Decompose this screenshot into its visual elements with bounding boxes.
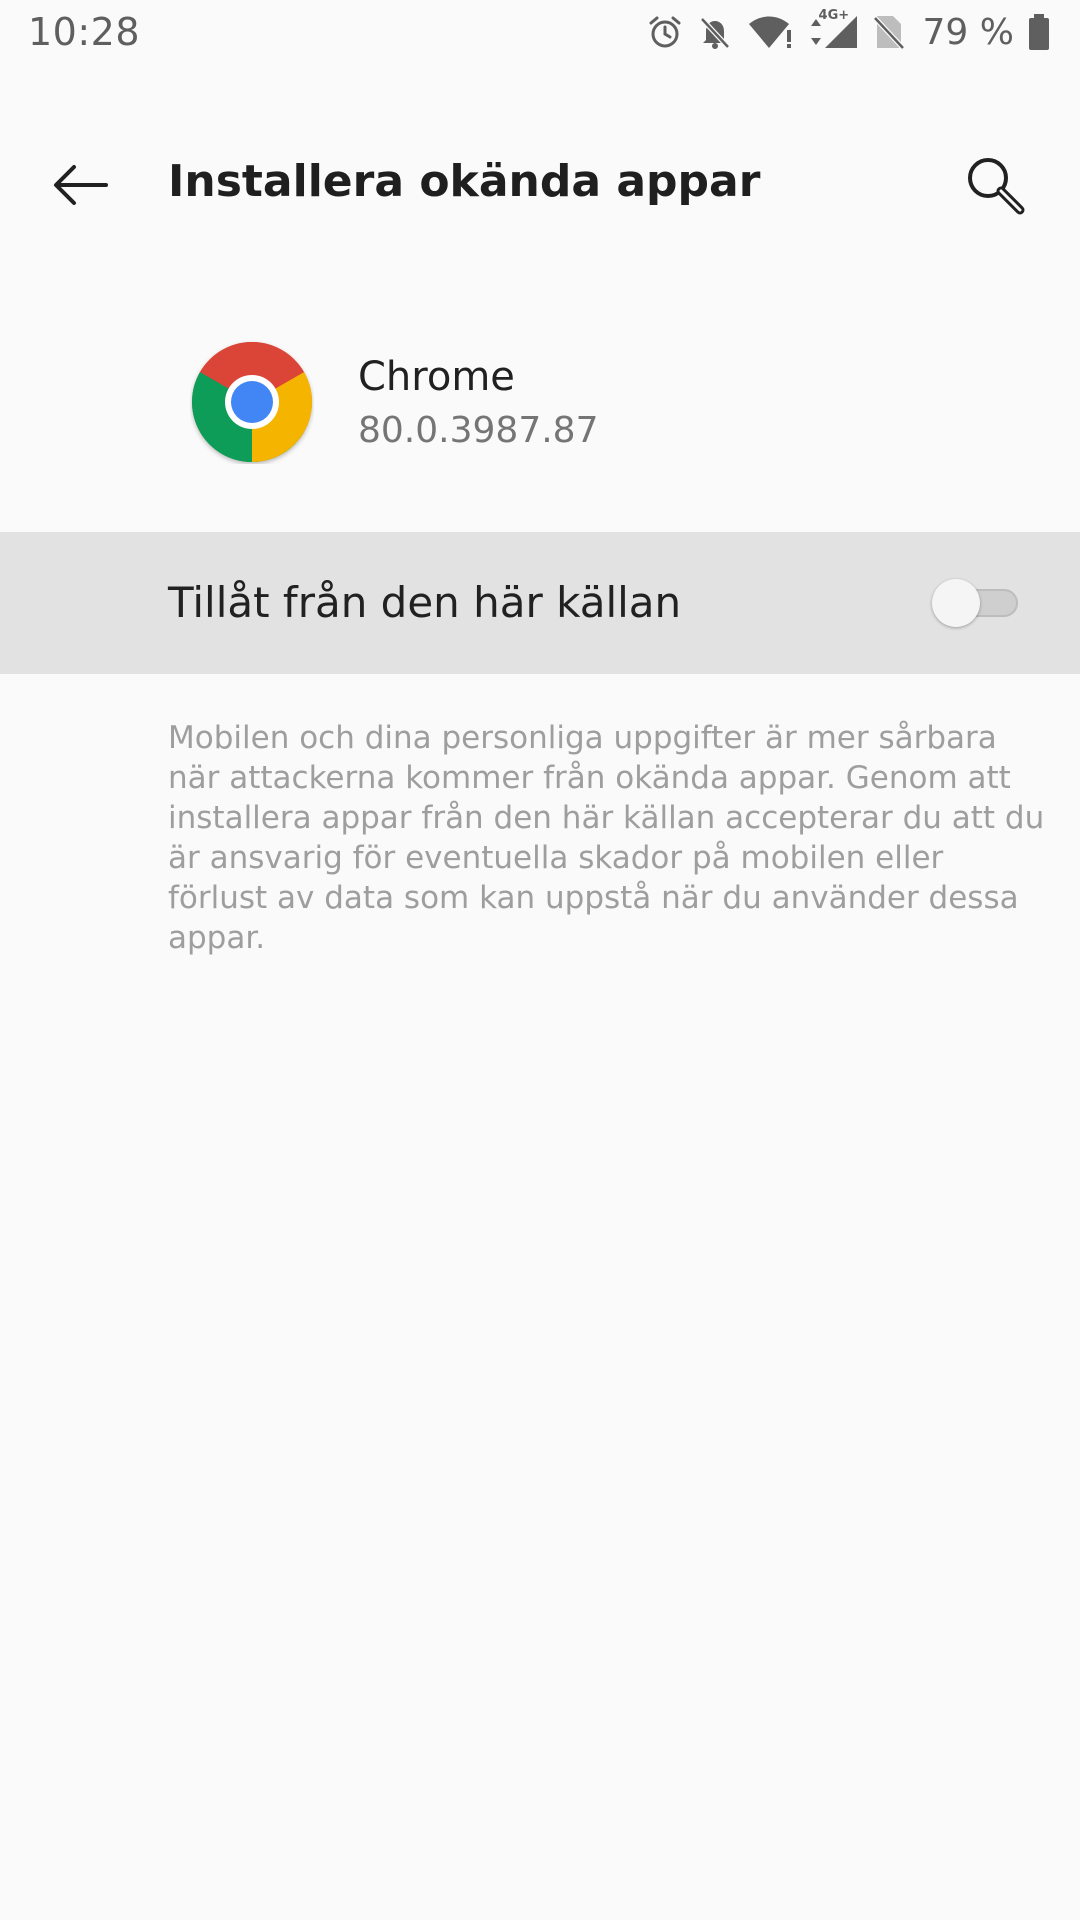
alarm-icon	[647, 14, 683, 50]
back-button[interactable]	[28, 142, 132, 232]
cellular-icon: 4G+	[809, 8, 859, 50]
switch-thumb	[932, 579, 980, 627]
allow-from-source-label: Tillåt från den här källan	[168, 578, 682, 627]
status-bar: 10:28 4G+ 79 %	[0, 0, 1080, 64]
allow-from-source-row[interactable]: Tillåt från den här källan	[0, 532, 1080, 674]
no-sim-icon	[872, 14, 905, 50]
status-time: 10:28	[28, 10, 141, 54]
allow-from-source-switch[interactable]	[932, 579, 1018, 627]
search-icon	[964, 154, 1026, 220]
app-header: Chrome 80.0.3987.87	[0, 330, 1080, 480]
search-button[interactable]	[950, 142, 1040, 232]
app-bar: Installera okända appar	[0, 120, 1080, 254]
page-title: Installera okända appar	[168, 156, 761, 207]
network-type: 4G+	[818, 8, 850, 23]
status-icons: 4G+ 79 %	[647, 8, 1050, 54]
arrow-left-icon	[52, 163, 108, 211]
bell-off-icon	[697, 14, 733, 50]
wifi-alert-icon	[747, 14, 795, 50]
battery-percent: 79 %	[922, 11, 1014, 53]
app-name: Chrome	[358, 354, 515, 400]
app-version: 80.0.3987.87	[358, 410, 599, 451]
battery-icon	[1028, 14, 1050, 50]
chrome-icon	[190, 340, 314, 464]
warning-description: Mobilen och dina personliga uppgifter är…	[168, 720, 1045, 956]
